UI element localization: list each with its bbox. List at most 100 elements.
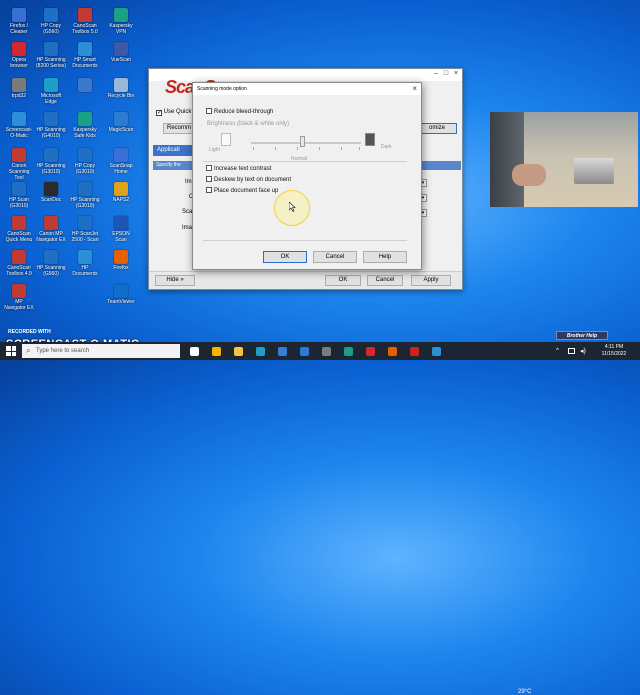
opera-icon[interactable]: [366, 347, 375, 356]
mail-icon[interactable]: [300, 347, 309, 356]
weather-temperature[interactable]: 29°C: [518, 689, 531, 695]
close-icon[interactable]: ×: [412, 84, 417, 93]
close-icon[interactable]: ×: [452, 70, 460, 78]
desktop-icon-label: HP Documents: [72, 265, 98, 277]
app-icon: [44, 112, 58, 126]
desktop-icon[interactable]: VueScan: [106, 42, 136, 63]
desktop-icon[interactable]: CanoScan Quick Menu: [4, 216, 34, 243]
scansnap-icon[interactable]: [410, 347, 419, 356]
desktop-icon[interactable]: HP Documents: [70, 250, 100, 277]
app-icon: [78, 42, 92, 56]
app-icon: [12, 148, 26, 162]
desktop-icon[interactable]: [70, 78, 100, 93]
app-icon: [44, 182, 58, 196]
network-icon[interactable]: [568, 348, 575, 354]
desktop-icon[interactable]: HP Scanning (G3010): [36, 148, 66, 175]
tray-chevron-icon[interactable]: ^: [556, 348, 559, 354]
desktop-icon[interactable]: MP Navigator EX: [4, 284, 34, 311]
minimize-icon[interactable]: –: [432, 70, 440, 78]
desktop-icon[interactable]: HP Copy (G560): [36, 8, 66, 35]
desktop-icon[interactable]: NAPS2: [106, 182, 136, 203]
taskbar: ⌕ Type here to search 29°C ^ ◂): [0, 342, 640, 695]
desktop-icon[interactable]: ScanSnap Home: [106, 148, 136, 175]
app-icon: [114, 148, 128, 162]
screencast-icon[interactable]: [432, 347, 441, 356]
desktop-icon[interactable]: HP Copy (G3010): [70, 148, 100, 175]
camera-icon[interactable]: [322, 347, 331, 356]
customize-button[interactable]: omize: [417, 123, 457, 134]
maximize-icon[interactable]: □: [442, 70, 450, 78]
store-icon[interactable]: [278, 347, 287, 356]
desktop-icon[interactable]: MagicScan: [106, 112, 136, 133]
desktop-icon-label: HP Copy (G3010): [75, 163, 95, 175]
desktop-icon[interactable]: ScanDoc: [36, 182, 66, 203]
recorded-with-label: RECORDED WITH: [8, 329, 51, 335]
recommended-button[interactable]: Recomm: [163, 123, 195, 134]
desktop-icon-label: CanoScan Quick Menu: [5, 231, 33, 243]
search-box[interactable]: ⌕ Type here to search: [22, 344, 180, 358]
desktop-icon[interactable]: HP Scanning (G560): [36, 250, 66, 277]
desktop-icon[interactable]: HP Scanning (8200 Series): [36, 42, 66, 69]
app-icon: [12, 182, 26, 196]
desktop-icon[interactable]: Firefox: [106, 250, 136, 271]
app-icon: [78, 112, 92, 126]
app-icon: [12, 216, 26, 230]
app-icon: [78, 148, 92, 162]
desktop-icon[interactable]: Microsoft Edge: [36, 78, 66, 105]
tab-application[interactable]: Applicati: [153, 145, 194, 156]
dark-page-icon: [365, 133, 375, 146]
use-quick-label: Use Quick: [163, 109, 192, 115]
desktop-icon[interactable]: HP Scan (G3010): [4, 182, 34, 209]
desktop-icon[interactable]: Kaspersky Safe Kids: [70, 112, 100, 139]
volume-icon[interactable]: ◂): [580, 347, 586, 355]
desktop-icon[interactable]: HP Scanning (G3010): [70, 182, 100, 209]
file-explorer-icon[interactable]: [234, 347, 243, 356]
desktop-icon[interactable]: Recycle Bin: [106, 78, 136, 99]
desktop-icon-label: Kaspersky VPN: [109, 23, 133, 35]
desktop-icon[interactable]: Firefox / Cleaner: [4, 8, 34, 35]
apply-button[interactable]: Apply: [411, 275, 451, 286]
use-quick-menu-checkbox[interactable]: ✓ Use Quick: [156, 109, 191, 116]
separator: [203, 240, 407, 241]
desktop-icon-label: CanoScan Toolbox 4.9: [6, 265, 32, 277]
dialog-ok-button[interactable]: OK: [263, 251, 307, 263]
task-view-icon[interactable]: [190, 347, 199, 356]
clock[interactable]: 4:11 PM 11/15/2022: [594, 344, 634, 358]
edge-icon[interactable]: [256, 347, 265, 356]
place-face-up-checkbox[interactable]: Place document face up: [206, 187, 278, 194]
desktop-icon[interactable]: HP Scanning (G4010): [36, 112, 66, 139]
deskew-checkbox[interactable]: Deskew by text on document: [206, 176, 291, 183]
brightness-slider-track: [251, 142, 361, 144]
dialog-help-button[interactable]: Help: [363, 251, 407, 263]
hide-button[interactable]: Hide »: [155, 275, 195, 286]
desktop-icon[interactable]: EPSON Scan: [106, 216, 136, 243]
chrome-icon[interactable]: [212, 347, 221, 356]
desktop-icon[interactable]: Canon Scanning Tool: [4, 148, 34, 181]
desktop-icon[interactable]: Opera browser: [4, 42, 34, 69]
desktop-icon-label: Canon Scanning Tool: [8, 163, 30, 181]
desktop-icon[interactable]: TeamViewer: [106, 284, 136, 305]
cancel-button[interactable]: Cancel: [367, 275, 403, 286]
brother-help-widget[interactable]: Brother Help: [556, 331, 608, 340]
ok-button[interactable]: OK: [325, 275, 361, 286]
deskew-label: Deskew by text on document: [214, 177, 292, 183]
vpn-icon[interactable]: [344, 347, 353, 356]
desktop-icon[interactable]: trpd32: [4, 78, 34, 99]
app-icon: [114, 216, 128, 230]
app-icon: [114, 250, 128, 264]
windows-start-icon[interactable]: [6, 346, 16, 356]
app-icon: [44, 42, 58, 56]
increase-text-contrast-checkbox[interactable]: Increase text contrast: [206, 165, 271, 172]
desktop-icon[interactable]: Screencast-O-Matic: [4, 112, 34, 139]
desktop-icon[interactable]: CanoScan Toolbox 5.0: [70, 8, 100, 35]
dialog-cancel-button[interactable]: Cancel: [313, 251, 357, 263]
desktop-icon[interactable]: Canon MP Navigator EX: [36, 216, 66, 243]
desktop-icon[interactable]: Kaspersky VPN: [106, 8, 136, 35]
firefox-icon[interactable]: [388, 347, 397, 356]
desktop-icon-label: TeamViewer: [107, 299, 135, 305]
reduce-bleed-through-checkbox[interactable]: Reduce bleed-through: [206, 108, 273, 115]
desktop-icon[interactable]: HP Smart Documents: [70, 42, 100, 69]
brightness-slider-thumb[interactable]: [300, 136, 305, 147]
desktop-icon[interactable]: CanoScan Toolbox 4.9: [4, 250, 34, 277]
desktop-icon[interactable]: HP ScanJet 2500 - Scan: [70, 216, 100, 243]
